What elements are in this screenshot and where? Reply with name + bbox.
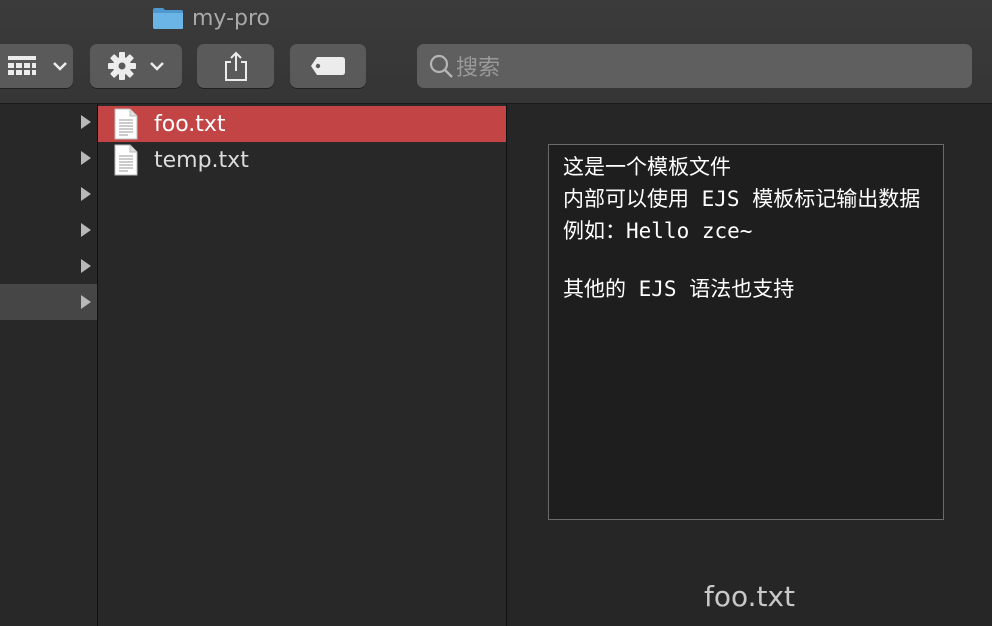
tag-icon bbox=[311, 57, 345, 75]
search-field[interactable]: 搜索 bbox=[417, 44, 972, 88]
disclosure-arrow-icon bbox=[81, 295, 91, 309]
file-row-foo[interactable]: foo.txt bbox=[98, 106, 506, 142]
file-row-temp[interactable]: temp.txt bbox=[98, 142, 506, 178]
preview-column: 这是一个模板文件 内部可以使用 EJS 模板标记输出数据 例如：Hello zc… bbox=[507, 104, 992, 626]
preview-filename: foo.txt bbox=[703, 580, 796, 613]
finder-window: my-pro 搜索 foo.txt temp.txt 这是一个模板文件 内部可以… bbox=[0, 0, 992, 626]
tag-button[interactable] bbox=[290, 44, 366, 88]
window-title: my-pro bbox=[152, 2, 270, 34]
file-name: temp.txt bbox=[154, 147, 249, 173]
preview-line: 例如：Hello zce~ bbox=[563, 219, 753, 243]
search-icon bbox=[429, 54, 453, 78]
parent-column-row[interactable] bbox=[0, 140, 97, 176]
disclosure-arrow-icon bbox=[81, 259, 91, 273]
text-document-icon bbox=[114, 108, 138, 140]
disclosure-arrow-icon bbox=[81, 115, 91, 129]
folder-icon bbox=[153, 8, 183, 29]
disclosure-arrow-icon bbox=[81, 223, 91, 237]
share-button[interactable] bbox=[197, 44, 274, 88]
preview-line: 内部可以使用 EJS 模板标记输出数据 bbox=[563, 187, 921, 211]
preview-line: 其他的 EJS 语法也支持 bbox=[563, 277, 795, 301]
parent-column-row[interactable] bbox=[0, 104, 97, 140]
gear-icon bbox=[108, 52, 136, 80]
parent-column-row[interactable] bbox=[0, 212, 97, 248]
view-options-button[interactable] bbox=[0, 44, 73, 88]
grid-view-icon bbox=[7, 56, 36, 75]
share-icon bbox=[224, 51, 247, 81]
file-list-column: foo.txt temp.txt bbox=[98, 104, 507, 626]
toolbar: my-pro 搜索 bbox=[0, 0, 992, 104]
parent-column-row[interactable] bbox=[0, 176, 97, 212]
preview-line bbox=[563, 247, 929, 273]
parent-column-row[interactable] bbox=[0, 248, 97, 284]
preview-line: 这是一个模板文件 bbox=[563, 155, 731, 179]
chevron-down-icon bbox=[150, 62, 164, 71]
window-title-text: my-pro bbox=[192, 5, 270, 31]
search-placeholder: 搜索 bbox=[456, 56, 501, 81]
file-name: foo.txt bbox=[154, 111, 226, 137]
chevron-down-icon bbox=[52, 62, 67, 71]
parent-column-row-selected[interactable] bbox=[0, 284, 97, 320]
preview-content: 这是一个模板文件 内部可以使用 EJS 模板标记输出数据 例如：Hello zc… bbox=[548, 144, 944, 520]
text-document-icon bbox=[114, 144, 138, 176]
parent-column bbox=[0, 104, 98, 626]
disclosure-arrow-icon bbox=[81, 151, 91, 165]
action-menu-button[interactable] bbox=[90, 44, 182, 88]
disclosure-arrow-icon bbox=[81, 187, 91, 201]
